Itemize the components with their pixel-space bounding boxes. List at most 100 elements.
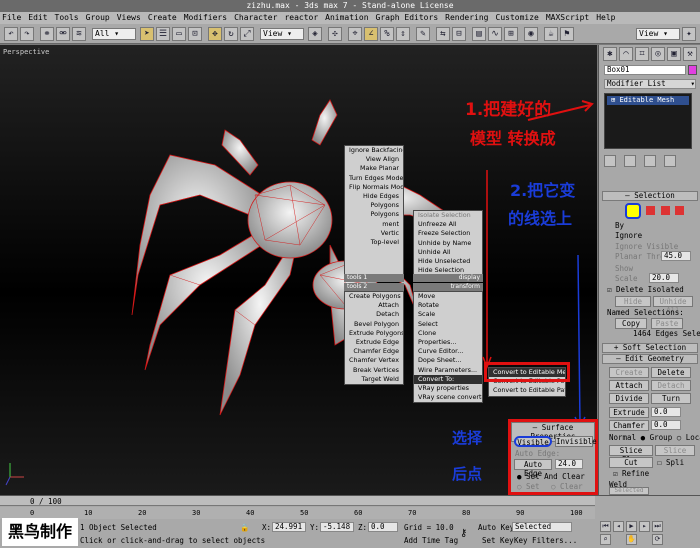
menu-item-bevel-polygon[interactable]: Bevel Polygon — [345, 320, 403, 329]
face-mode-icon[interactable] — [646, 206, 655, 215]
set-radio[interactable]: ○ Set — [517, 482, 540, 491]
next-frame-icon[interactable]: ▸ — [639, 521, 650, 532]
percent-snap-icon[interactable]: % — [380, 27, 394, 41]
schematic-view-icon[interactable]: ⊞ — [504, 27, 518, 41]
play-icon[interactable]: ▶ — [626, 521, 637, 532]
named-selection-icon[interactable]: ✎ — [416, 27, 430, 41]
menu-item-hide-unselected[interactable]: Hide Unselected — [414, 257, 482, 266]
rotate-icon[interactable]: ↻ — [224, 27, 238, 41]
remove-modifier-icon[interactable] — [664, 155, 676, 167]
auto-key-button[interactable]: Auto Key — [478, 523, 514, 532]
menu-item-polygons-2[interactable]: Polygons — [345, 210, 403, 219]
go-to-end-icon[interactable]: ⏭ — [652, 521, 663, 532]
menu-item-break-vertices[interactable]: Break Vertices — [345, 366, 403, 375]
create-button[interactable]: Create — [609, 367, 649, 378]
menu-item-extrude-edge[interactable]: Extrude Edge — [345, 338, 403, 347]
split-checkbox[interactable]: ☐ Spli — [657, 458, 684, 467]
unhide-all-button[interactable]: Unhide All — [653, 296, 693, 315]
menu-graph-editors[interactable]: Graph Editors — [376, 12, 439, 24]
link-icon[interactable]: ⚭ — [40, 27, 54, 41]
create-tab-icon[interactable]: ✱ — [603, 47, 617, 61]
spinner-snap-icon[interactable]: ⇕ — [396, 27, 410, 41]
menu-modifiers[interactable]: Modifiers — [184, 12, 227, 24]
menu-reactor[interactable]: reactor — [284, 12, 318, 24]
rectangle-selection-icon[interactable]: ▭ — [172, 27, 186, 41]
menu-maxscript[interactable]: MAXScript — [546, 12, 589, 24]
add-time-tag-button[interactable]: Add Time Tag — [404, 536, 458, 545]
object-name-field[interactable]: Box01 — [604, 65, 686, 75]
divide-button[interactable]: Divide — [609, 393, 649, 404]
menu-item-unhide-by-name[interactable]: Unhide by Name — [414, 239, 482, 248]
menu-item-curve-editor[interactable]: Curve Editor... — [414, 347, 482, 356]
auto-edge-button[interactable]: Auto Edge — [514, 459, 552, 478]
turn-button[interactable]: Turn — [651, 393, 691, 404]
render-scene-icon[interactable]: ☕ — [544, 27, 558, 41]
track-bar[interactable]: 0 10 20 30 40 50 60 70 80 90 100 — [0, 507, 595, 519]
key-filters-button[interactable]: Key Filters... — [514, 536, 577, 545]
select-object-icon[interactable]: ➤ — [140, 27, 154, 41]
modify-tab-icon[interactable]: ⌒ — [619, 47, 633, 61]
menu-item-polygons-1[interactable]: Polygons — [345, 201, 403, 210]
menu-views[interactable]: Views — [117, 12, 141, 24]
paste-button[interactable]: Paste — [651, 318, 683, 329]
render-last-icon[interactable]: ✦ — [682, 27, 696, 41]
edge-mode-icon[interactable] — [625, 203, 641, 219]
menu-item-convert-to[interactable]: Convert To: — [414, 374, 482, 384]
rollout-soft-selection[interactable]: + Soft Selection — [602, 343, 698, 353]
show-end-result-icon[interactable] — [624, 155, 636, 167]
x-coordinate-field[interactable]: 24.991 — [272, 522, 306, 532]
utilities-tab-icon[interactable]: ⚒ — [683, 47, 697, 61]
rollout-selection[interactable]: – Selection — [602, 191, 698, 201]
extrude-button[interactable]: Extrude — [609, 407, 649, 418]
rollout-edit-geometry[interactable]: – Edit Geometry — [602, 354, 698, 364]
delete-button[interactable]: Delete — [651, 367, 691, 378]
z-coordinate-field[interactable]: 0.0 — [368, 522, 398, 532]
select-manipulate-icon[interactable]: ✣ — [328, 27, 342, 41]
zoom-icon[interactable]: ⌕ — [600, 534, 611, 545]
angle-snap-icon[interactable]: ∠ — [364, 27, 378, 41]
material-editor-icon[interactable]: ◉ — [524, 27, 538, 41]
menu-item-make-planar[interactable]: Make Planar — [345, 164, 403, 173]
key-mode-dropdown[interactable]: Selected — [512, 522, 572, 532]
redo-icon[interactable]: ↷ — [20, 27, 34, 41]
menu-item-view-align[interactable]: View Align — [345, 155, 403, 164]
menu-character[interactable]: Character — [234, 12, 277, 24]
planar-thresh-spinner[interactable]: 45.0 — [661, 251, 691, 261]
menu-item-extrude-polygons[interactable]: Extrude Polygons — [345, 329, 403, 338]
go-to-start-icon[interactable]: ⏮ — [600, 521, 611, 532]
pan-icon[interactable]: ✋ — [626, 534, 637, 545]
slice-plane-button[interactable]: Slice Plan — [609, 445, 653, 464]
move-icon[interactable]: ✥ — [208, 27, 222, 41]
menu-item-create-polygons[interactable]: Create Polygons — [345, 292, 403, 301]
menu-item-turn-edges-mode[interactable]: Turn Edges Mode — [345, 174, 403, 183]
make-unique-icon[interactable] — [644, 155, 656, 167]
chamfer-spinner[interactable]: 0.0 — [651, 420, 681, 430]
menu-animation[interactable]: Animation — [325, 12, 368, 24]
menu-create[interactable]: Create — [148, 12, 177, 24]
menu-edit[interactable]: Edit — [28, 12, 47, 24]
menu-file[interactable]: File — [2, 12, 21, 24]
clear-radio[interactable]: ○ Clear — [551, 482, 583, 491]
lock-selection-icon[interactable]: 🔒 — [240, 523, 249, 532]
stack-expand-icon[interactable]: ⊞ — [611, 96, 615, 104]
motion-tab-icon[interactable]: ◎ — [651, 47, 665, 61]
polygon-mode-icon[interactable] — [661, 206, 670, 215]
menu-item-vertex[interactable]: Vertic — [345, 229, 403, 238]
set-key-button[interactable]: Set Key — [482, 536, 514, 545]
menu-help[interactable]: Help — [596, 12, 615, 24]
element-mode-icon[interactable] — [675, 206, 684, 215]
menu-item-freeze-selection[interactable]: Freeze Selection — [414, 229, 482, 238]
invisible-button[interactable]: Invisible — [555, 436, 597, 447]
pin-stack-icon[interactable] — [604, 155, 616, 167]
menu-item-flip-normals-mode[interactable]: Flip Normals Mode — [345, 183, 403, 192]
show-checkbox[interactable]: Show — [615, 264, 633, 273]
curve-editor-icon[interactable]: ∿ — [488, 27, 502, 41]
undo-icon[interactable]: ↶ — [4, 27, 18, 41]
menu-item-vray-scene-converter[interactable]: VRay scene converter — [414, 393, 482, 402]
menu-item-move[interactable]: Move — [414, 292, 482, 301]
copy-button[interactable]: Copy — [615, 318, 647, 329]
mirror-icon[interactable]: ⇆ — [436, 27, 450, 41]
menu-item-scale[interactable]: Scale — [414, 310, 482, 319]
modifier-list-dropdown[interactable]: Modifier List ▾ — [604, 79, 696, 89]
menu-item-top-level[interactable]: Top-level — [345, 238, 403, 247]
